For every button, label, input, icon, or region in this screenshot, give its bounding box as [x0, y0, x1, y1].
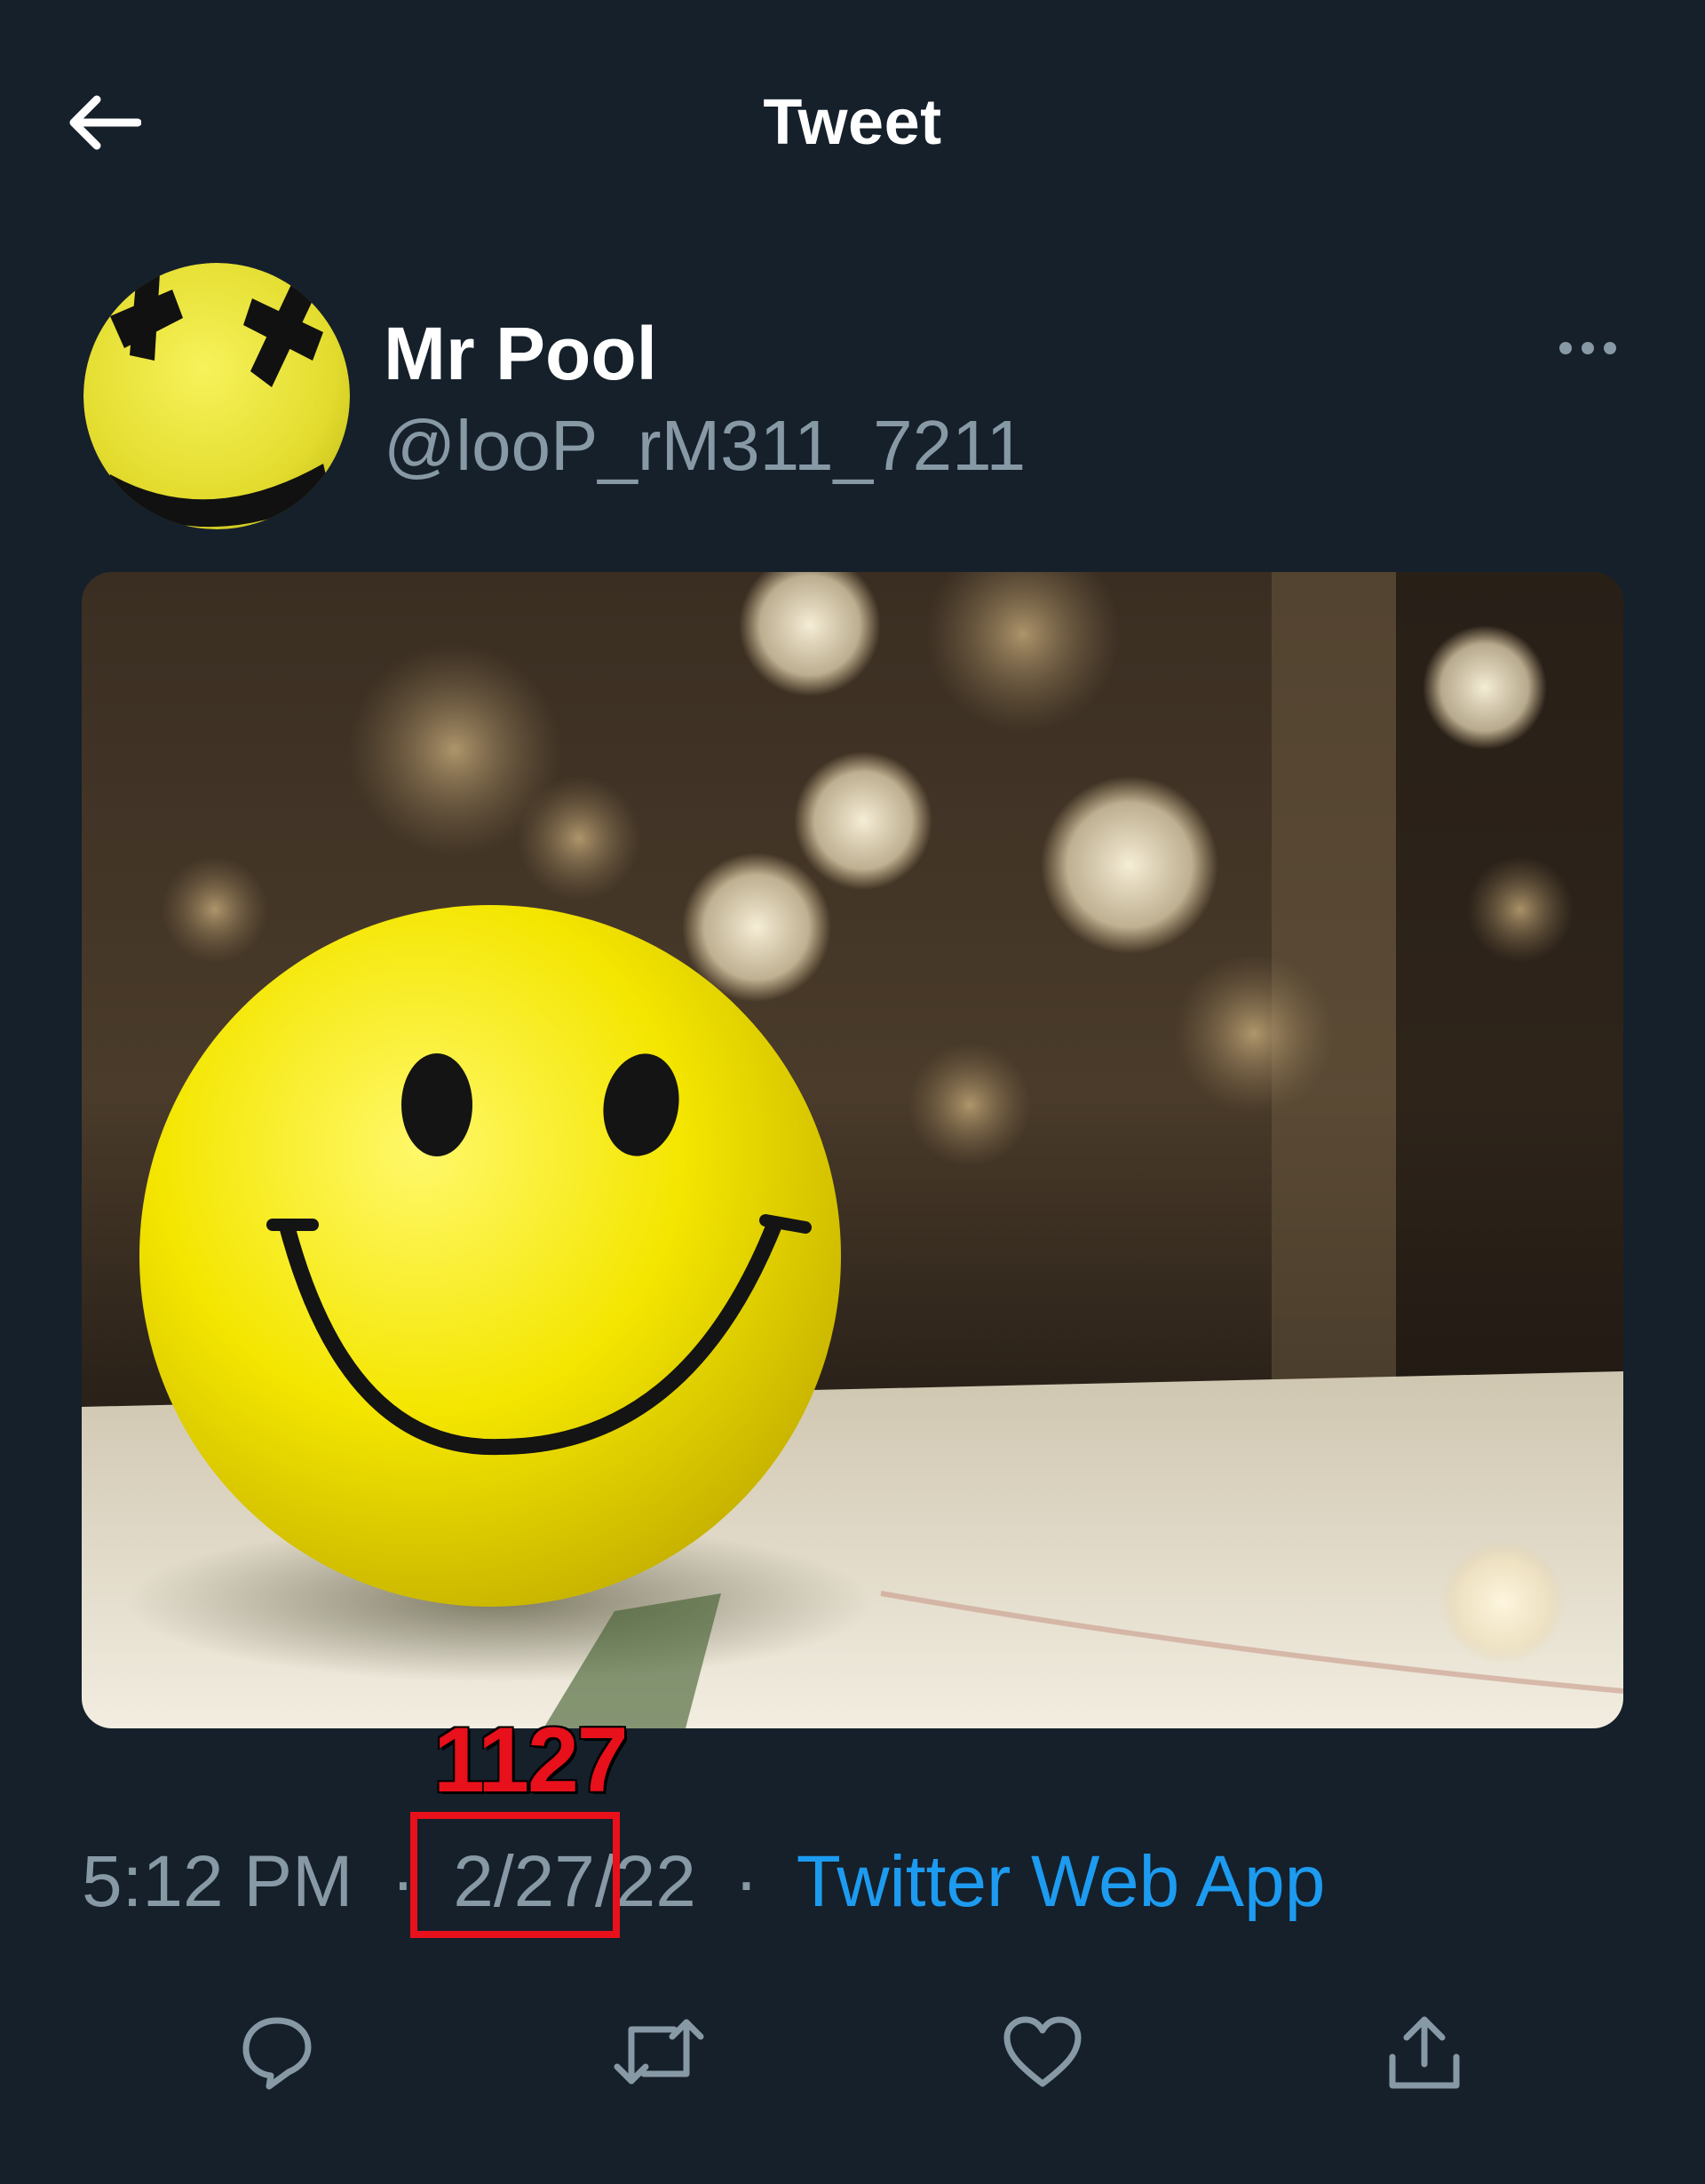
- tweet-media-image[interactable]: [82, 572, 1623, 1728]
- retweet-icon: [614, 2019, 704, 2085]
- tweet-time[interactable]: 5:12 PM: [82, 1833, 353, 1931]
- meta-separator-2: ·: [734, 1841, 758, 1922]
- reply-button[interactable]: [215, 1989, 339, 2114]
- like-button[interactable]: [980, 1989, 1105, 2114]
- page-title: Tweet: [763, 87, 942, 158]
- more-options-button[interactable]: [1534, 322, 1641, 375]
- heart-icon: [1003, 2016, 1082, 2087]
- smiley-ball-photo: [82, 572, 1623, 1728]
- tweet-detail-screen: Tweet Mr Pool @looP_rM311_7211 1127 5:12…: [0, 0, 1705, 2184]
- share-button[interactable]: [1362, 1989, 1487, 2114]
- smiley-face-avatar-icon: [83, 263, 350, 529]
- top-bar: Tweet: [0, 0, 1705, 231]
- avatar[interactable]: [83, 263, 350, 529]
- tweet-actions: [0, 1989, 1705, 2114]
- tweet-author: Mr Pool @looP_rM311_7211: [78, 259, 1650, 544]
- author-handle[interactable]: @looP_rM311_7211: [384, 401, 1026, 490]
- author-display-name[interactable]: Mr Pool: [384, 309, 657, 398]
- annotation-highlight-box: [410, 1812, 620, 1938]
- tweet-meta: 5:12 PM · 2/27/22 · Twitter Web App: [82, 1833, 1325, 1931]
- ellipsis-icon: [1559, 342, 1616, 354]
- annotation-number: 1127: [433, 1709, 629, 1812]
- tweet-source-link[interactable]: Twitter Web App: [797, 1833, 1326, 1931]
- reply-icon: [242, 2017, 312, 2090]
- retweet-button[interactable]: [597, 1989, 721, 2114]
- share-icon: [1389, 2016, 1460, 2089]
